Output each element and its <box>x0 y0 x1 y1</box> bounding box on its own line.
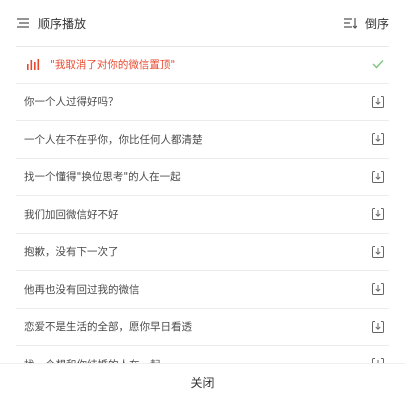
list-item[interactable]: 抱歉，没有下一次了 <box>16 234 389 271</box>
play-mode-label: 顺序播放 <box>38 16 87 31</box>
playlist: "我取消了对你的微信置顶" 你一个人过得好吗？ 一个人在不在乎你，你比任何人都清楚找… <box>16 46 389 364</box>
sheet-footer: 关闭 <box>0 363 405 400</box>
list-item-main: 他再也没有回过我的微信 <box>16 282 140 297</box>
list-item[interactable]: 找一个懂得"换位思考"的人在一起 <box>16 159 389 196</box>
download-icon[interactable] <box>367 316 389 338</box>
list-item-main: 抱歉，没有下一次了 <box>16 244 119 259</box>
equalizer-icon <box>26 55 40 74</box>
song-title: 抱歉，没有下一次了 <box>24 246 119 259</box>
download-icon[interactable] <box>367 278 389 300</box>
song-title: 我们加回微信好不好 <box>24 208 119 221</box>
list-item-main: 找一个懂得"换位思考"的人在一起 <box>16 169 181 184</box>
song-title: 恋爱不是生活的全部，愿你早日看透 <box>24 321 192 334</box>
list-item[interactable]: 你一个人过得好吗？ <box>16 84 389 121</box>
song-title: 你一个人过得好吗？ <box>24 96 119 109</box>
sequential-list-icon <box>16 17 30 29</box>
sort-icon <box>343 17 357 29</box>
song-title: "我取消了对你的微信置顶" <box>50 58 176 71</box>
list-item-main: 恋爱不是生活的全部，愿你早日看透 <box>16 319 192 334</box>
song-title: 一个人在不在乎你，你比任何人都清楚 <box>24 133 203 146</box>
list-item[interactable]: "我取消了对你的微信置顶" <box>16 46 389 84</box>
list-item[interactable]: 找一个想和你结婚的人在一起 <box>16 346 389 364</box>
list-item[interactable]: 一个人在不在乎你，你比任何人都清楚 <box>16 121 389 159</box>
list-item[interactable]: 恋爱不是生活的全部，愿你早日看透 <box>16 309 389 346</box>
list-item[interactable]: 他再也没有回过我的微信 <box>16 271 389 309</box>
list-item-main: 你一个人过得好吗？ <box>16 94 119 109</box>
sort-label: 倒序 <box>364 16 389 31</box>
list-item[interactable]: 我们加回微信好不好 <box>16 196 389 234</box>
download-icon[interactable] <box>367 128 389 150</box>
sort-button[interactable]: 倒序 <box>343 15 389 32</box>
list-item-main: "我取消了对你的微信置顶" <box>16 55 175 74</box>
play-mode-button[interactable]: 顺序播放 <box>16 15 86 32</box>
playlist-sheet: 顺序播放 倒序 "我取消了对你的微信置顶" 你一个人过得好吗？ 一个人在不在乎你，你… <box>0 0 405 400</box>
download-icon[interactable] <box>367 91 389 113</box>
download-icon[interactable] <box>367 166 389 188</box>
playlist-header: 顺序播放 倒序 <box>16 0 389 47</box>
list-item-main: 一个人在不在乎你，你比任何人都清楚 <box>16 132 203 147</box>
download-icon[interactable] <box>367 241 389 263</box>
song-title: 他再也没有回过我的微信 <box>24 283 140 296</box>
checkmark-icon <box>367 53 389 75</box>
download-icon[interactable] <box>367 203 389 225</box>
close-button[interactable]: 关闭 <box>174 370 230 395</box>
list-item-main: 我们加回微信好不好 <box>16 207 119 222</box>
song-title: 找一个懂得"换位思考"的人在一起 <box>24 171 181 184</box>
